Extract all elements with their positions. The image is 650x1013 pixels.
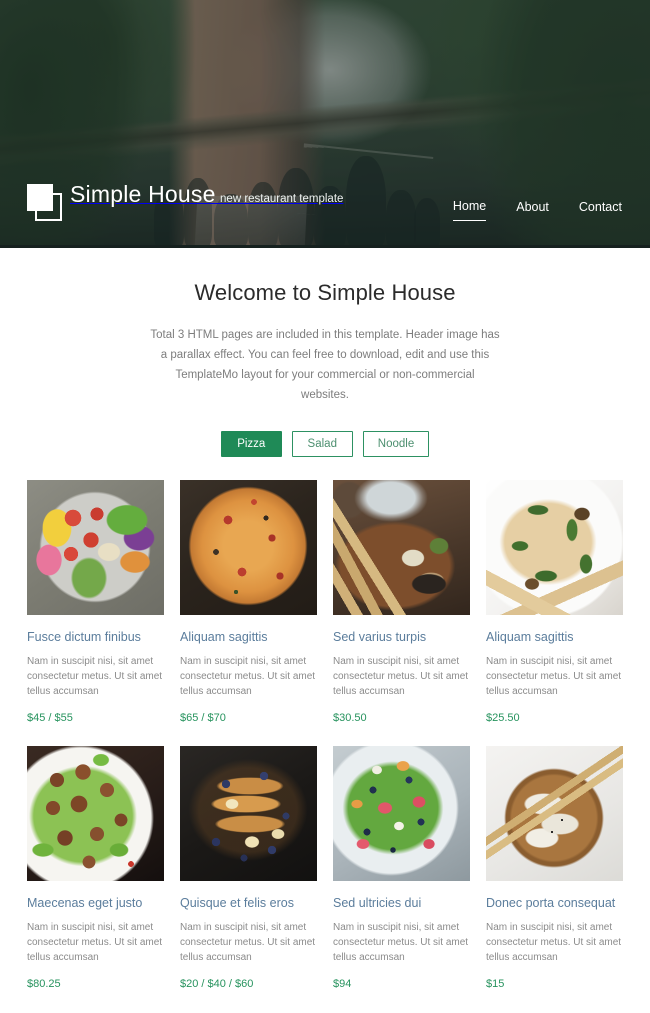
menu-item-card[interactable]: Quisque et felis eros Nam in suscipit ni… (180, 746, 317, 990)
menu-item-price: $15 (486, 978, 505, 990)
berry-salad-photo[interactable] (333, 746, 470, 881)
brand-tagline: new restaurant template (220, 193, 344, 205)
site-header: Simple House new restaurant template Hom… (0, 0, 650, 248)
menu-item-title: Sed varius turpis (333, 630, 427, 644)
menu-item-title: Aliquam sagittis (180, 630, 268, 644)
page-title: Welcome to Simple House (194, 280, 456, 305)
menu-item-card[interactable]: Sed ultricies dui Nam in suscipit nisi, … (333, 746, 470, 990)
menu-item-price: $80.25 (27, 978, 61, 990)
menu-item-price: $94 (333, 978, 352, 990)
menu-item-title: Aliquam sagittis (486, 630, 574, 644)
grilled-bread-photo[interactable] (333, 480, 470, 615)
filter-button-noodle[interactable]: Noodle (362, 431, 430, 457)
menu-item-description: Nam in suscipit nisi, sit amet consectet… (180, 656, 316, 697)
menu-item-title: Quisque et felis eros (180, 896, 294, 910)
menu-item-card[interactable]: Aliquam sagittis Nam in suscipit nisi, s… (180, 480, 317, 724)
menu-item-title: Fusce dictum finibus (27, 630, 141, 644)
menu-item-description: Nam in suscipit nisi, sit amet consectet… (486, 922, 622, 963)
menu-item-card[interactable]: Aliquam sagittis Nam in suscipit nisi, s… (486, 480, 623, 724)
welcome-section: Welcome to Simple House Total 3 HTML pag… (0, 248, 650, 405)
menu-item-title: Donec porta consequat (486, 896, 616, 910)
menu-item-card[interactable]: Donec porta consequat Nam in suscipit ni… (486, 746, 623, 990)
main-navigation: Home About Contact (452, 199, 622, 221)
squares-logo-icon (27, 184, 63, 222)
menu-item-price: $30.50 (333, 712, 367, 724)
pasta-photo[interactable] (486, 480, 623, 615)
menu-item-title: Sed ultricies dui (333, 896, 422, 910)
menu-item-description: Nam in suscipit nisi, sit amet consectet… (27, 922, 163, 963)
nav-item-contact[interactable]: Contact (579, 200, 622, 221)
menu-item-description: Nam in suscipit nisi, sit amet consectet… (333, 922, 469, 963)
menu-item-price: $20 / $40 / $60 (180, 978, 254, 990)
dumplings-photo[interactable] (486, 746, 623, 881)
nav-item-home[interactable]: Home (452, 199, 487, 221)
menu-item-price: $65 / $70 (180, 712, 226, 724)
welcome-description: Total 3 HTML pages are included in this … (150, 329, 500, 401)
menu-item-description: Nam in suscipit nisi, sit amet consectet… (27, 656, 163, 697)
menu-item-card[interactable]: Fusce dictum finibus Nam in suscipit nis… (27, 480, 164, 724)
pizza-photo[interactable] (180, 480, 317, 615)
menu-item-card[interactable]: Maecenas eget justo Nam in suscipit nisi… (27, 746, 164, 990)
menu-filter-group: Pizza Salad Noodle (0, 431, 650, 457)
menu-item-price: $45 / $55 (27, 712, 73, 724)
salad-bowl-photo[interactable] (27, 480, 164, 615)
menu-item-title: Maecenas eget justo (27, 896, 143, 910)
menu-item-card[interactable]: Sed varius turpis Nam in suscipit nisi, … (333, 480, 470, 724)
french-toast-photo[interactable] (180, 746, 317, 881)
menu-item-description: Nam in suscipit nisi, sit amet consectet… (180, 922, 316, 963)
filter-button-salad[interactable]: Salad (291, 431, 353, 457)
header-bottom-border (0, 245, 650, 248)
brand-name: Simple House (70, 181, 216, 207)
filter-button-pizza[interactable]: Pizza (220, 431, 282, 457)
nav-item-about[interactable]: About (516, 200, 549, 221)
brand-logo[interactable]: Simple House new restaurant template (27, 181, 343, 222)
menu-grid: Fusce dictum finibus Nam in suscipit nis… (27, 480, 623, 990)
menu-item-description: Nam in suscipit nisi, sit amet consectet… (486, 656, 622, 697)
menu-item-price: $25.50 (486, 712, 520, 724)
meatballs-photo[interactable] (27, 746, 164, 881)
menu-item-description: Nam in suscipit nisi, sit amet consectet… (333, 656, 469, 697)
